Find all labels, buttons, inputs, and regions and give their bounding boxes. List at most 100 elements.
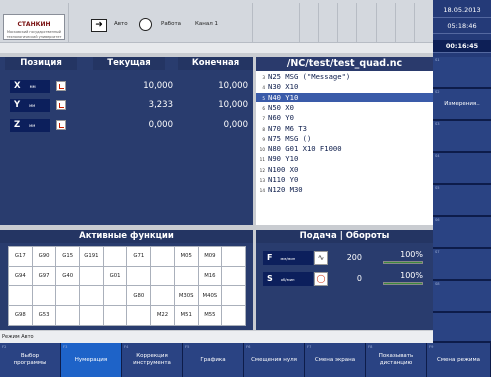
line-number: 6 bbox=[262, 105, 265, 111]
function-cell: M51 bbox=[173, 305, 199, 326]
program-line[interactable]: 12 N100 X0 bbox=[256, 165, 433, 175]
softkey-f4[interactable]: F4 Коррекция инструмента bbox=[122, 343, 183, 377]
softkey-number: F6 bbox=[246, 345, 251, 349]
feed-label: Fмм/мин bbox=[263, 251, 313, 265]
program-line[interactable]: 14 N120 M30 bbox=[256, 185, 433, 195]
function-cell: G40 bbox=[55, 265, 81, 287]
line-text: N90 Y10 bbox=[268, 154, 299, 164]
col-header-axis: Позиция bbox=[5, 57, 77, 70]
runtime: 00:16:45 bbox=[433, 40, 491, 53]
line-number: 8 bbox=[262, 126, 265, 132]
softkey-number: S6 bbox=[435, 218, 440, 222]
col-header-current: Текущая bbox=[93, 57, 165, 70]
softkey-number: S2 bbox=[435, 90, 440, 94]
softkey-number: F9 bbox=[429, 345, 434, 349]
axis-z-icon bbox=[56, 120, 66, 130]
softkey-f8[interactable]: F8 Показывать дистанцию bbox=[366, 343, 427, 377]
program-line[interactable]: 5 N40 Y10 bbox=[256, 92, 433, 103]
softkey-right-2[interactable]: S2 Измерения.. bbox=[433, 89, 491, 121]
date: 18.05.2013 bbox=[433, 3, 491, 18]
line-number: 7 bbox=[262, 116, 265, 122]
function-cell bbox=[221, 246, 246, 267]
softkey-right-3[interactable]: S3 bbox=[433, 121, 491, 153]
function-cell: G80 bbox=[126, 285, 152, 307]
status-label: Работа bbox=[161, 21, 182, 27]
line-number: 4 bbox=[262, 85, 265, 91]
softkey-label: Коррекция инструмента bbox=[133, 353, 171, 366]
line-number: 9 bbox=[262, 136, 265, 142]
softkey-f6[interactable]: F6 Смещения нуля bbox=[244, 343, 305, 377]
function-cell: M05 bbox=[173, 246, 199, 267]
function-cell bbox=[79, 305, 104, 326]
program-line[interactable]: 7 N60 Y0 bbox=[256, 113, 433, 123]
function-cell: G71 bbox=[126, 246, 152, 267]
speed-override-percent: 100% bbox=[400, 271, 423, 280]
function-cell: G94 bbox=[8, 265, 33, 287]
softkey-f7[interactable]: F7 Смена экрана bbox=[305, 343, 366, 377]
line-text: N100 X0 bbox=[268, 164, 299, 174]
mode-label: Авто bbox=[114, 21, 128, 27]
message-bar bbox=[0, 42, 433, 53]
function-cell bbox=[221, 305, 246, 326]
softkey-right-7[interactable]: S7 bbox=[433, 249, 491, 281]
axis-z-label: Zмм bbox=[10, 119, 50, 132]
softkey-f5[interactable]: F5 Графика bbox=[183, 343, 244, 377]
softkey-f3[interactable]: F3 Нумерация bbox=[61, 343, 122, 377]
time: 05:18:46 bbox=[433, 19, 491, 34]
function-cell: M22 bbox=[150, 305, 175, 326]
softkey-number: F5 bbox=[185, 345, 190, 349]
speed-value: 0 bbox=[356, 274, 362, 283]
softkey-right-4[interactable]: S4 bbox=[433, 153, 491, 185]
line-text: N75 MSG () bbox=[268, 133, 312, 143]
function-cell: G90 bbox=[31, 246, 57, 267]
softkey-number: F7 bbox=[307, 345, 312, 349]
function-cell: M40S bbox=[197, 285, 223, 307]
function-cell bbox=[150, 246, 175, 267]
program-line[interactable]: 8 N70 M6 T3 bbox=[256, 124, 433, 134]
feed-override-bar bbox=[383, 261, 423, 264]
function-cell bbox=[150, 265, 175, 287]
program-line[interactable]: 9 N75 MSG () bbox=[256, 134, 433, 144]
line-text: N70 M6 T3 bbox=[268, 123, 307, 133]
function-cell: M16 bbox=[197, 265, 223, 287]
function-cell: G17 bbox=[8, 246, 33, 267]
line-text: N25 MSG ("Message") bbox=[268, 72, 351, 81]
run-status-icon bbox=[139, 18, 152, 31]
program-line[interactable]: 11 N90 Y10 bbox=[256, 154, 433, 164]
feed-title: Подача | Обороты bbox=[256, 230, 433, 243]
line-text: N80 G01 X10 F1000 bbox=[268, 144, 342, 154]
softkey-right-5[interactable]: S5 bbox=[433, 185, 491, 217]
function-cell bbox=[221, 285, 246, 307]
softkey-right-6[interactable]: S6 bbox=[433, 217, 491, 249]
feed-value: 200 bbox=[346, 253, 362, 262]
program-line[interactable]: 10 N80 G01 X10 F1000 bbox=[256, 144, 433, 154]
program-line[interactable]: 6 N50 X0 bbox=[256, 103, 433, 113]
softkey-number: F2 bbox=[2, 345, 7, 349]
feed-override-percent: 100% bbox=[400, 250, 423, 259]
program-line[interactable]: 4 N30 X10 bbox=[256, 82, 433, 92]
softkey-right-8[interactable]: S8 bbox=[433, 281, 491, 313]
axis-x-target: 10,000 bbox=[218, 81, 248, 91]
line-text: N50 X0 bbox=[268, 102, 294, 112]
function-cell bbox=[55, 305, 81, 326]
auto-mode-icon[interactable]: ➜ bbox=[91, 19, 107, 32]
program-line[interactable]: 13 N110 Y0 bbox=[256, 175, 433, 185]
function-cell: G15 bbox=[55, 246, 81, 267]
axis-x-current: 10,000 bbox=[143, 81, 173, 91]
softkey-f2[interactable]: F2 Выбор программы bbox=[0, 343, 61, 377]
line-text: N110 Y0 bbox=[268, 175, 299, 184]
softkey-number: S8 bbox=[435, 282, 440, 286]
program-line[interactable]: 3 N25 MSG ("Message") bbox=[256, 72, 433, 82]
function-cell bbox=[102, 285, 128, 307]
channel-label: Канал 1 bbox=[195, 21, 219, 27]
line-number: 11 bbox=[259, 157, 265, 163]
softkey-right-1[interactable]: S1 bbox=[433, 57, 491, 89]
function-cell bbox=[55, 285, 81, 307]
axis-y-icon bbox=[56, 100, 66, 110]
function-cell bbox=[79, 265, 104, 287]
softkey-label: Графика bbox=[200, 356, 226, 363]
softkey-f9[interactable]: F9 Смена режима bbox=[427, 343, 491, 377]
function-cell bbox=[31, 285, 57, 307]
logo: СТАНКИН Московский государственный техно… bbox=[3, 14, 65, 40]
speed-override-bar bbox=[383, 282, 423, 285]
